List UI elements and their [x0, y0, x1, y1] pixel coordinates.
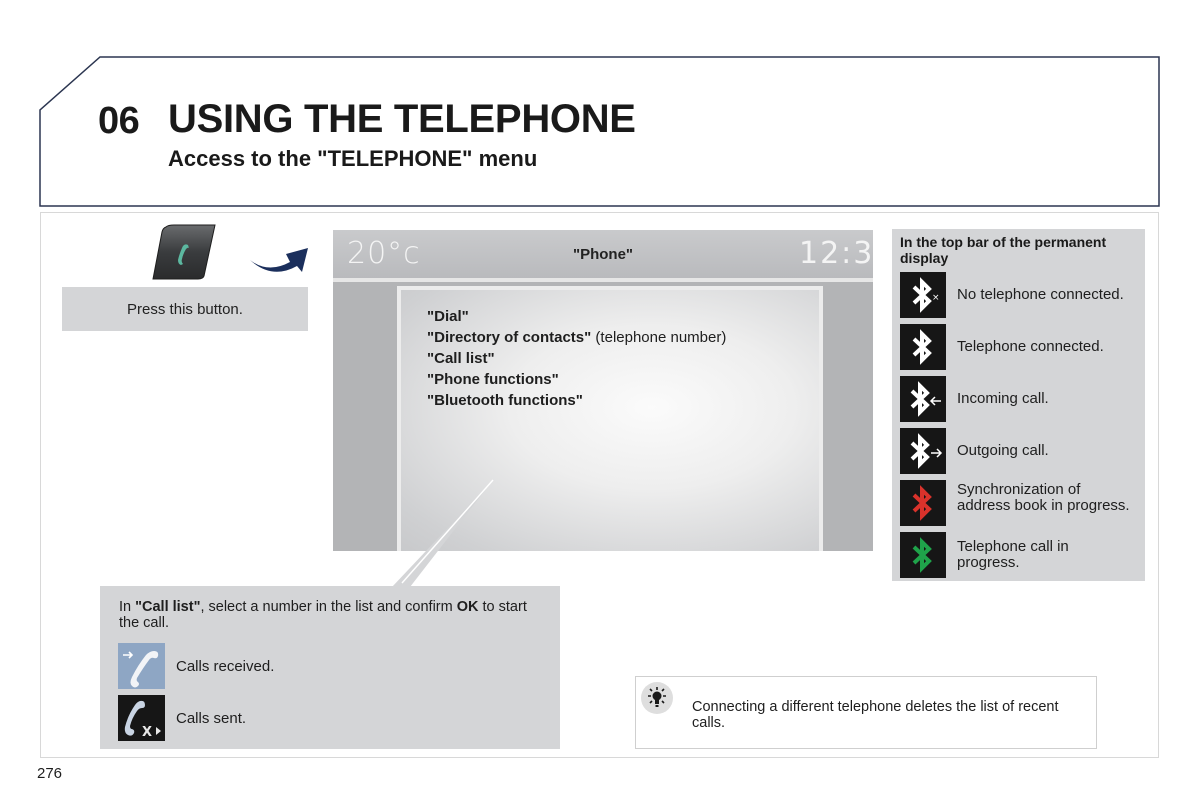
bluetooth-outgoing-call-icon [900, 428, 946, 474]
tip-note-text: Connecting a different telephone deletes… [692, 699, 1059, 731]
legend-item: Outgoing call. [900, 428, 1145, 474]
display-clock: 12:30 [799, 236, 873, 271]
legend-text: Synchronization of address book in progr… [957, 481, 1130, 514]
legend-text: Telephone call in progress. [957, 538, 1069, 571]
bluetooth-incoming-call-icon [900, 376, 946, 422]
bluetooth-disconnected-icon: × [900, 272, 946, 318]
menu-item-phone-functions[interactable]: "Phone functions" [427, 369, 726, 390]
legend-item: Telephone connected. [900, 324, 1145, 370]
legend-item: Incoming call. [900, 376, 1145, 422]
menu-item-directory[interactable]: "Directory of contacts" (telephone numbe… [427, 327, 726, 348]
call-list-item-text: Calls received. [176, 658, 275, 675]
phone-handset-button-icon [152, 224, 216, 280]
curved-arrow-right-icon [250, 240, 312, 278]
chapter-number: 06 [98, 100, 140, 142]
legend-item: × No telephone connected. [900, 272, 1145, 318]
display-top-bar: 20°c "Phone" 12:30 [333, 230, 873, 278]
menu-item-call-list[interactable]: "Call list" [427, 348, 726, 369]
bluetooth-call-green-icon [900, 532, 946, 578]
menu-panel: "Dial" "Directory of contacts" (telephon… [397, 286, 823, 551]
display-title: "Phone" [572, 246, 634, 263]
svg-text:×: × [932, 293, 940, 303]
legend-text: Outgoing call. [957, 442, 1049, 459]
page-number: 276 [37, 765, 63, 782]
menu-item-bluetooth-functions[interactable]: "Bluetooth functions" [427, 390, 726, 411]
status-icon-legend: In the top bar of the permanent display … [892, 229, 1145, 581]
svg-text:X: X [142, 725, 152, 740]
telephone-menu-display: 20°c "Phone" 12:30 "Dial" "Directory of … [333, 230, 873, 551]
legend-item: Synchronization of address book in progr… [900, 480, 1145, 526]
chapter-title: USING THE TELEPHONE [168, 97, 636, 141]
tip-note: Connecting a different telephone deletes… [635, 676, 1097, 749]
section-subtitle: Access to the "TELEPHONE" menu [168, 146, 538, 171]
lightbulb-tip-icon [640, 681, 674, 715]
legend-text: Telephone connected. [957, 338, 1104, 355]
legend-title: In the top bar of the permanent display [900, 234, 1107, 266]
menu-item-dial[interactable]: "Dial" [427, 306, 726, 327]
legend-item: Telephone call in progress. [900, 532, 1145, 578]
chapter-header: 06 USING THE TELEPHONE Access to the "TE… [0, 0, 1200, 210]
display-body: "Dial" "Directory of contacts" (telephon… [333, 282, 873, 551]
legend-text: Incoming call. [957, 390, 1049, 407]
call-list-item-text: Calls sent. [176, 710, 247, 727]
call-list-instruction: In "Call list", select a number in the l… [119, 599, 527, 631]
calls-received-icon [118, 643, 165, 689]
bluetooth-sync-red-icon [900, 480, 946, 526]
telephone-menu-list: "Dial" "Directory of contacts" (telephon… [427, 306, 726, 411]
bluetooth-connected-icon [900, 324, 946, 370]
call-list-info: In "Call list", select a number in the l… [100, 586, 560, 749]
press-button-instruction: Press this button. [62, 287, 308, 331]
legend-text: No telephone connected. [957, 286, 1124, 303]
calls-sent-icon: X [118, 695, 165, 741]
